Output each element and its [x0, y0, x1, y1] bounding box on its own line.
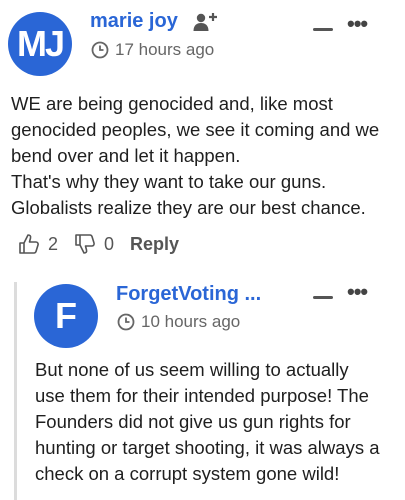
reply-avatar[interactable]: F: [34, 284, 98, 348]
clock-icon: [91, 41, 109, 59]
clock-icon: [117, 313, 135, 331]
reply-time-text: 10 hours ago: [141, 312, 241, 331]
collapse-button[interactable]: [313, 28, 333, 31]
comment-body-line: WE are being genocided and, like most: [11, 93, 333, 114]
comment-body-line: Globalists realize they are our best cha…: [11, 197, 366, 218]
reply-collapse-button[interactable]: [313, 296, 333, 299]
reply-body: But none of us seem willing to actually …: [35, 357, 401, 487]
reply-more-options-button[interactable]: •••: [347, 281, 368, 303]
upvote-count: 2: [48, 233, 59, 254]
reply-button[interactable]: Reply: [130, 234, 179, 255]
comment-actions: 2 0 Reply: [18, 232, 195, 256]
reply-body-line: But none of us seem willing to actually: [35, 359, 349, 380]
thumbs-up-icon: [19, 234, 39, 254]
comment-body: WE are being genocided and, like most ge…: [11, 91, 401, 221]
more-options-button[interactable]: •••: [347, 13, 368, 35]
downvote-button[interactable]: 0: [74, 233, 114, 255]
comment-username[interactable]: marie joy: [90, 10, 178, 33]
reply-body-line: use them for their intended purpose! The: [35, 385, 369, 406]
comment-body-line: bend over and let it happen.: [11, 145, 241, 166]
comment-time-text: 17 hours ago: [115, 40, 215, 59]
comment-body-line: That's why they want to take our guns.: [11, 171, 327, 192]
reply-username[interactable]: ForgetVoting ...: [116, 283, 261, 306]
upvote-button[interactable]: 2: [18, 233, 58, 255]
follow-user-icon[interactable]: [192, 11, 218, 33]
downvote-count: 0: [104, 233, 115, 254]
thread-line: [14, 282, 17, 500]
avatar[interactable]: MJ: [8, 12, 72, 76]
thumbs-down-icon: [75, 234, 95, 254]
reply-body-line: Founders did not give us gun rights for: [35, 411, 351, 432]
comment-body-line: genocided peoples, we see it coming and …: [11, 119, 380, 140]
reply-timestamp[interactable]: 10 hours ago: [117, 312, 240, 332]
comment-timestamp[interactable]: 17 hours ago: [91, 40, 214, 60]
reply-body-line: check on a corrupt system gone wild!: [35, 463, 340, 484]
reply-label: Reply: [130, 233, 180, 254]
reply-body-line: hunting or target shooting, it was alway…: [35, 437, 380, 458]
